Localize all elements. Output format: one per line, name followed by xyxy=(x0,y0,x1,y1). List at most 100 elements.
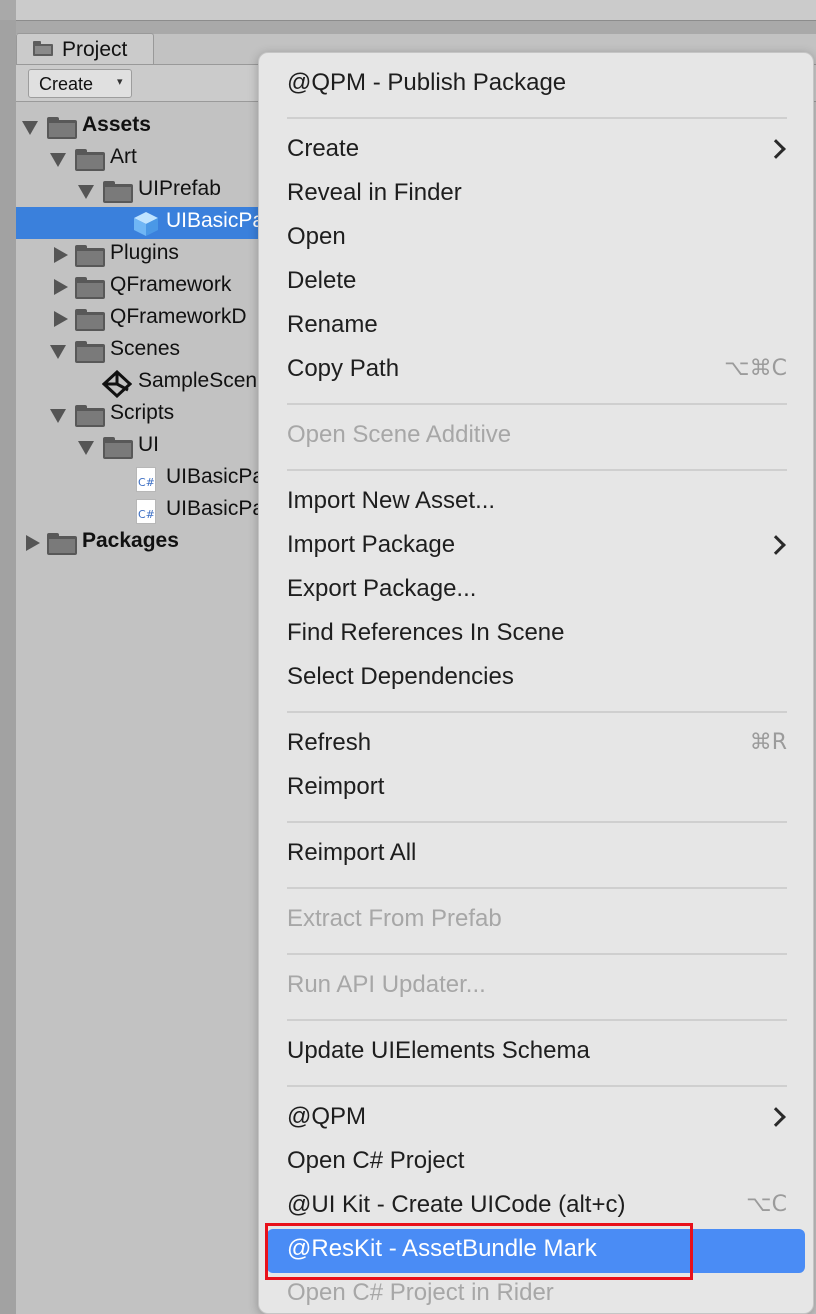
menu-item-label: @UI Kit - Create UICode (alt+c) xyxy=(287,1191,626,1218)
prefab-cube-icon xyxy=(134,212,158,236)
tree-item-label: Art xyxy=(110,145,137,168)
menu-item-label: Open Scene Additive xyxy=(287,421,512,448)
context-menu: @QPM - Publish Package Create Reveal in … xyxy=(258,52,814,1314)
tree-item-label: UIBasicPa xyxy=(166,465,265,488)
tree-item-uibasicpanel-script[interactable]: C# UIBasicPa xyxy=(16,463,276,495)
menu-item-shortcut: ⌥⌘C xyxy=(724,356,787,381)
tree-item-plugins[interactable]: Plugins xyxy=(16,239,276,271)
menu-separator xyxy=(287,403,787,405)
menu-item-label: Reveal in Finder xyxy=(287,179,462,206)
collapse-arrow-icon[interactable] xyxy=(54,279,68,295)
menu-item-export-package[interactable]: Export Package... xyxy=(259,569,813,613)
collapse-arrow-icon[interactable] xyxy=(26,535,40,551)
tree-item-scripts[interactable]: Scripts xyxy=(16,399,276,431)
tree-item-qframeworkd[interactable]: QFrameworkD xyxy=(16,303,276,335)
menu-item-shortcut: ⌥C xyxy=(746,1192,787,1217)
expand-arrow-icon[interactable] xyxy=(50,153,66,167)
create-dropdown-button[interactable]: Create ▾ xyxy=(28,69,132,98)
menu-item-label: Find References In Scene xyxy=(287,619,565,646)
tree-item-packages[interactable]: Packages xyxy=(16,527,276,559)
window-header xyxy=(16,0,816,21)
folder-icon xyxy=(75,277,105,299)
tab-project[interactable]: Project xyxy=(16,33,154,64)
menu-item-open-scene-additive: Open Scene Additive xyxy=(259,415,813,459)
tree-item-label: Scenes xyxy=(110,337,181,360)
menu-item-refresh[interactable]: Refresh ⌘R xyxy=(259,723,813,767)
tree-item-samplescene[interactable]: SampleScen xyxy=(16,367,276,399)
menu-item-label: Select Dependencies xyxy=(287,663,514,690)
menu-item-open-csharp-project[interactable]: Open C# Project xyxy=(259,1141,813,1185)
menu-separator xyxy=(287,953,787,955)
menu-item-create[interactable]: Create xyxy=(259,129,813,173)
expand-arrow-icon[interactable] xyxy=(78,185,94,199)
expand-arrow-icon[interactable] xyxy=(22,121,38,135)
menu-item-label: Reimport All xyxy=(287,839,417,866)
menu-item-label: Update UIElements Schema xyxy=(287,1037,590,1064)
tree-item-label: QFrameworkD xyxy=(110,305,247,328)
tree-item-label: Assets xyxy=(82,113,151,136)
tab-project-label: Project xyxy=(62,38,128,61)
expand-arrow-icon[interactable] xyxy=(78,441,94,455)
menu-item-find-references-in-scene[interactable]: Find References In Scene xyxy=(259,613,813,657)
tree-item-qframework[interactable]: QFramework xyxy=(16,271,276,303)
menu-item-delete[interactable]: Delete xyxy=(259,261,813,305)
menu-item-label: Open xyxy=(287,223,346,250)
menu-item-rename[interactable]: Rename xyxy=(259,305,813,349)
unity-scene-icon xyxy=(102,370,132,398)
menu-item-label: Copy Path xyxy=(287,355,400,382)
menu-item-select-dependencies[interactable]: Select Dependencies xyxy=(259,657,813,701)
menu-item-copy-path[interactable]: Copy Path ⌥⌘C xyxy=(259,349,813,393)
menu-item-reimport[interactable]: Reimport xyxy=(259,767,813,811)
tree-item-assets[interactable]: Assets xyxy=(16,111,276,143)
menu-separator xyxy=(287,887,787,889)
menu-item-label: Create xyxy=(287,135,360,162)
menu-item-label: Open C# Project in Rider xyxy=(287,1279,554,1306)
folder-icon xyxy=(47,533,77,555)
menu-item-label: Export Package... xyxy=(287,575,477,602)
collapse-arrow-icon[interactable] xyxy=(54,247,68,263)
menu-item-shortcut: ⌘R xyxy=(749,730,787,755)
expand-arrow-icon[interactable] xyxy=(50,345,66,359)
menu-item-reimport-all[interactable]: Reimport All xyxy=(259,833,813,877)
tree-item-label: SampleScen xyxy=(138,369,258,392)
collapse-arrow-icon[interactable] xyxy=(54,311,68,327)
menu-separator xyxy=(287,469,787,471)
tree-item-label: QFramework xyxy=(110,273,232,296)
folder-icon xyxy=(75,149,105,171)
folder-icon xyxy=(75,245,105,267)
window-top-bar xyxy=(0,0,816,34)
tree-item-label: Packages xyxy=(82,529,179,552)
menu-item-label: Reimport xyxy=(287,773,385,800)
menu-item-qpm[interactable]: @QPM xyxy=(259,1097,813,1141)
tree-item-uibasicpanel-designer[interactable]: C# UIBasicPa xyxy=(16,495,276,527)
tree-item-ui[interactable]: UI xyxy=(16,431,276,463)
folder-icon xyxy=(33,41,53,56)
folder-icon xyxy=(75,405,105,427)
tree-item-label: UIBasicPa xyxy=(166,497,265,520)
menu-item-extract-from-prefab: Extract From Prefab xyxy=(259,899,813,943)
tree-item-uibasicpanel-prefab[interactable]: UIBasicPa xyxy=(16,207,276,239)
tree-item-label: UI xyxy=(138,433,159,456)
menu-item-qpm-publish-package[interactable]: @QPM - Publish Package xyxy=(259,63,813,107)
tree-item-scenes[interactable]: Scenes xyxy=(16,335,276,367)
tree-item-art[interactable]: Art xyxy=(16,143,276,175)
menu-item-open[interactable]: Open xyxy=(259,217,813,261)
menu-item-label: Delete xyxy=(287,267,357,294)
tree-item-label: UIPrefab xyxy=(138,177,221,200)
folder-icon xyxy=(47,117,77,139)
menu-item-label: Open C# Project xyxy=(287,1147,465,1174)
csharp-file-icon: C# xyxy=(136,467,156,492)
menu-item-import-package[interactable]: Import Package xyxy=(259,525,813,569)
menu-separator xyxy=(287,1085,787,1087)
caret-down-icon: ▾ xyxy=(117,76,123,88)
folder-icon xyxy=(103,437,133,459)
menu-item-update-uielements-schema[interactable]: Update UIElements Schema xyxy=(259,1031,813,1075)
menu-item-run-api-updater: Run API Updater... xyxy=(259,965,813,1009)
tree-item-uiprefab[interactable]: UIPrefab xyxy=(16,175,276,207)
csharp-file-icon-text: C# xyxy=(138,508,155,521)
menu-item-import-new-asset[interactable]: Import New Asset... xyxy=(259,481,813,525)
menu-separator xyxy=(287,711,787,713)
expand-arrow-icon[interactable] xyxy=(50,409,66,423)
chevron-right-icon xyxy=(766,139,786,159)
menu-item-reveal-in-finder[interactable]: Reveal in Finder xyxy=(259,173,813,217)
